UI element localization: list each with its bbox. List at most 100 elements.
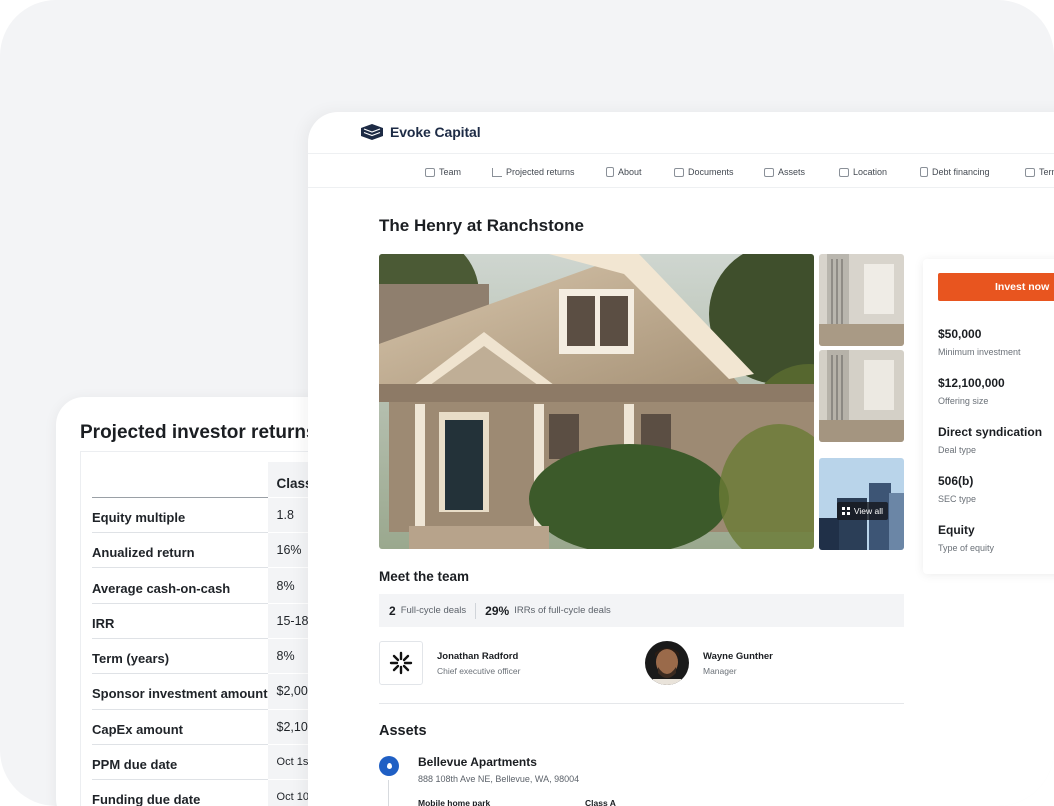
gallery-main-photo[interactable] [379,254,814,549]
stat-label: IRRs of full-cycle deals [514,605,611,616]
stat-value: 2 [389,603,396,618]
member-name: Wayne Gunther [703,650,773,662]
member-name: Jonathan Radford [437,650,519,662]
interior-photo [819,254,904,346]
asset-name[interactable]: Bellevue Apartments [418,755,537,769]
fact-value: 506(b) [938,474,974,488]
fact-offering-size: $12,100,000 Offering size [938,376,1005,406]
member-role: Chief executive officer [437,665,521,676]
table-row: CapEx amount $2,100 [92,709,328,745]
table-row: Term (years) 8% [92,638,328,675]
row-label: Average cash-on-cash [92,567,268,604]
table-row: Sponsor investment amount $2,000 [92,673,328,710]
section-nav: Team Projected returns About Documents A… [308,160,1054,188]
logo-mark-icon [361,124,383,140]
row-label: Funding due date [92,779,268,806]
asset-class: Class A [585,798,616,806]
nav-item-documents[interactable]: Documents [674,167,734,177]
nav-item-assets[interactable]: Assets [764,167,805,177]
fact-label: Offering size [938,396,989,406]
fact-label: Minimum investment [938,347,1021,357]
section-divider [379,703,904,704]
row-label: Sponsor investment amount [92,673,268,710]
avatar [645,641,689,685]
folder-icon [674,167,684,177]
team-stats-bar: 2 Full-cycle deals 29% IRRs of full-cycl… [379,594,904,627]
stats-divider [475,602,477,619]
grid-icon [841,507,850,515]
stat-label: Full-cycle deals [400,605,467,616]
person-photo [645,641,689,685]
top-bar: Evoke Capital [308,112,1054,154]
nav-item-location[interactable]: Location [839,167,887,177]
brand-logo[interactable]: Evoke Capital [360,123,481,141]
view-all-button[interactable]: View all [836,502,888,520]
header-spacer [92,462,268,498]
view-all-label: View all [853,506,883,516]
table-row: Anualized return 16% [92,532,328,569]
nav-label: Terms [1039,167,1054,177]
team-heading: Meet the team [379,569,470,584]
table-row: PPM due date Oct 1st [92,744,328,781]
buildings-icon [764,167,774,177]
invest-now-button[interactable]: Invest now [938,273,1054,301]
deal-page-window: Evoke Capital Team Projected returns Abo… [308,112,1054,806]
row-label: CapEx amount [92,709,268,745]
fact-label: Type of equity [938,543,995,553]
table-header-row: Class [92,462,328,498]
returns-table: Class Equity multiple 1.8 Anualized retu… [92,462,328,806]
row-label: Equity multiple [92,497,268,534]
nav-label: Team [439,167,462,177]
nav-item-terms[interactable]: Terms [1025,167,1054,177]
member-info: Jonathan Radford Chief executive officer [437,651,520,676]
member-role: Manager [703,665,737,676]
nav-item-projected-returns[interactable]: Projected returns [492,167,575,177]
nav-label: Documents [688,167,734,177]
interior-photo [819,350,904,442]
row-label: IRR [92,603,268,639]
asset-address: 888 108th Ave NE, Bellevue, WA, 98004 [418,774,580,784]
fact-value: Direct syndication [938,425,1043,439]
deal-title: The Henry at Ranchstone [379,216,584,235]
nav-item-debt-financing[interactable]: Debt financing [920,167,990,177]
fact-value: $50,000 [938,327,982,341]
fact-label: SEC type [938,494,977,504]
lock-icon [920,167,928,177]
table-row: Average cash-on-cash 8% [92,567,328,604]
document-icon [606,167,614,177]
team-member[interactable]: Wayne Gunther Manager [645,641,773,685]
house-photo [379,254,814,549]
fact-equity-type: Equity Type of equity [938,523,994,553]
stat-value: 29% [485,603,510,618]
outer-frame: Projected investor returns Class Equity … [0,0,1054,806]
invest-panel: Invest now $50,000 Minimum investment $1… [923,259,1054,574]
starburst-icon [389,651,413,675]
team-member[interactable]: Jonathan Radford Chief executive officer [379,641,520,685]
gallery-thumb[interactable] [819,350,904,442]
fact-value: Equity [938,523,975,537]
table-row: Equity multiple 1.8 [92,497,328,534]
brand-name: Evoke Capital [390,124,481,140]
nav-item-team[interactable]: Team [425,167,461,177]
nav-item-about[interactable]: About [606,167,642,177]
row-label: PPM due date [92,744,268,781]
company-logo [379,641,423,685]
nav-label: Location [853,167,888,177]
team-icon [425,167,435,177]
asset-type: Mobile home park [418,798,491,806]
table-row: Funding due date Oct 10th [92,779,328,806]
location-pin-icon [379,756,399,776]
gallery-thumb[interactable] [819,254,904,346]
assets-heading: Assets [379,723,427,739]
fact-deal-type: Direct syndication Deal type [938,425,1042,455]
table-row: IRR 15-18% [92,603,328,639]
fact-sec-type: 506(b) SEC type [938,474,976,504]
nav-label: Debt financing [932,167,990,177]
returns-title: Projected investor returns [80,422,317,443]
pin-dot [386,763,392,769]
member-info: Wayne Gunther Manager [703,651,773,676]
row-label: Term (years) [92,638,268,675]
gallery-thumb-view-all[interactable]: View all [819,458,904,550]
row-label: Anualized return [92,532,268,569]
map-icon [839,167,849,177]
